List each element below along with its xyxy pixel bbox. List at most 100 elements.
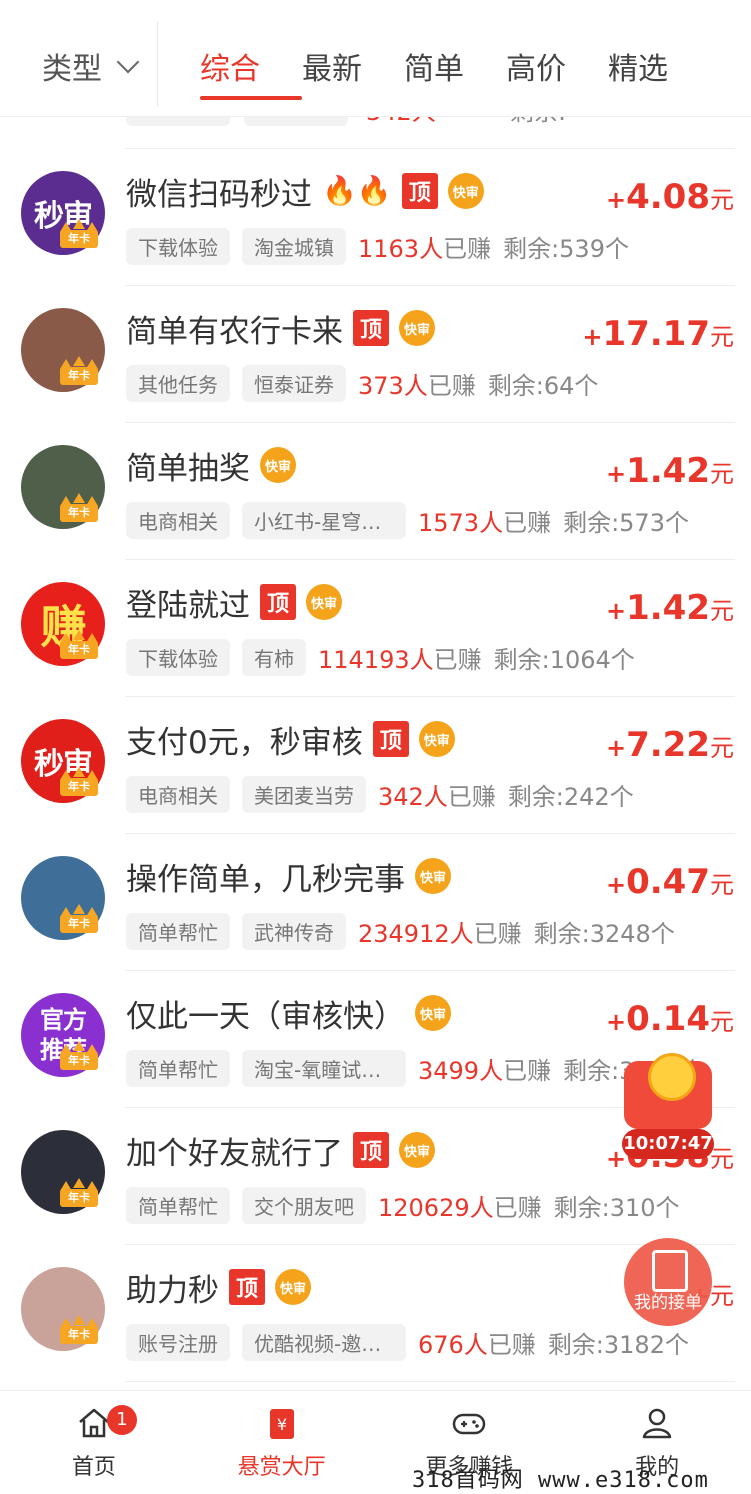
pinned-badge: 顶 [229, 1269, 265, 1305]
task-meta: 电商相关 小红书-星穹铁... 1573人已赚 剩余:573个 [126, 501, 689, 539]
coin-icon [648, 1053, 696, 1101]
fast-review-badge: 快审 [399, 1132, 435, 1168]
crown-label: 年卡 [60, 778, 98, 796]
task-tag: 交个朋友吧 [242, 1186, 366, 1224]
divider [125, 1381, 735, 1382]
tab-comprehensive[interactable]: 综合 [200, 44, 302, 100]
crown-label: 年卡 [60, 641, 98, 659]
task-title: 简单抽奖 [126, 450, 250, 487]
earned-count: 676人已赚 [418, 1325, 536, 1360]
earned-number: 373人 [358, 371, 428, 400]
task-reward: +0.47元 [606, 862, 734, 902]
nav-reward-hall[interactable]: ¥ 悬赏大厅 [188, 1391, 376, 1492]
crown-label: 年卡 [60, 230, 98, 248]
reward-sign: + [606, 186, 627, 214]
task-title: 仅此一天（审核快） [126, 998, 405, 1035]
reward-unit: 元 [710, 186, 734, 214]
countdown-timer: 10:07:47 [622, 1129, 714, 1159]
remaining-count: 剩余:1064个 [493, 645, 635, 674]
nav-home[interactable]: 1 首页 [0, 1391, 188, 1492]
tab-simple[interactable]: 简单 [404, 44, 506, 88]
task-title: 支付0元，秒审核 [126, 724, 363, 761]
tab-featured[interactable]: 精选 [608, 44, 710, 88]
gamepad-icon [453, 1413, 486, 1435]
earned-suffix: 已赚 [443, 234, 492, 263]
top-filter-bar: 类型 综合 最新 简单 高价 精选 [0, 0, 751, 117]
task-meta: 简单帮忙 武神传奇 234912人已赚 剩余:3248个 [126, 912, 675, 950]
title-line: 微信扫码秒过 🔥🔥 顶快审 [126, 171, 484, 213]
tab-newest[interactable]: 最新 [302, 44, 404, 88]
notification-badge: 1 [107, 1405, 137, 1435]
task-tag: 美团麦当劳 [242, 775, 366, 813]
task-tag: 小红书-星穹铁... [242, 501, 406, 539]
reward-unit: 元 [710, 734, 734, 762]
reward-sign: + [606, 1008, 627, 1036]
reward-amount: 1.42 [626, 588, 710, 628]
task-meta: 简单帮忙 交个朋友吧 120629人已赚 剩余:310个 [126, 1186, 680, 1224]
task-item[interactable]: 赚年卡 登陆就过顶快审 +1.42元 下载体验 有柿 114193人已赚 剩余:1064个 [0, 560, 751, 697]
tab-label: 综合 [200, 52, 260, 87]
title-line: 登陆就过顶快审 [126, 582, 342, 624]
title-line: 助力秒顶快审 [126, 1267, 311, 1309]
earned-number: 1163人 [358, 234, 444, 263]
crown-label: 年卡 [60, 1052, 98, 1070]
task-item[interactable]: 秒审 年卡 支付0元，秒审核顶快审 +7.22元 电商相关 美团麦当劳 342人已赚 剩余:2… [0, 697, 751, 834]
annual-card-crown-icon: 年卡 [58, 1315, 102, 1346]
remaining-count: 剩余:3248个 [533, 919, 675, 948]
remaining-count: 剩余:64个 [487, 371, 599, 400]
fast-review-badge: 快审 [275, 1269, 311, 1305]
nav-label: 悬赏大厅 [237, 1455, 326, 1480]
fast-review-badge: 快审 [260, 447, 296, 483]
annual-card-crown-icon: 年卡 [58, 1041, 102, 1072]
type-filter-label: 类型 [42, 52, 102, 87]
fast-review-badge: 快审 [447, 173, 484, 209]
reward-sign: + [606, 734, 627, 762]
task-meta: 下载体验 有柿 114193人已赚 剩余:1064个 [126, 638, 635, 676]
earned-number: 1573人 [418, 508, 504, 537]
task-title: 微信扫码秒过 [126, 176, 312, 213]
reward-unit: 元 [710, 323, 734, 351]
earned-number: 120629人 [378, 1193, 494, 1222]
type-filter-button[interactable]: 类型 [42, 44, 140, 88]
earned-suffix: 已赚 [427, 371, 476, 400]
tab-label: 精选 [608, 52, 668, 87]
red-packet-float[interactable]: 10:07:47 [618, 1053, 718, 1161]
crown-label: 年卡 [60, 504, 98, 522]
task-item[interactable]: 年卡 操作简单，几秒完事 快审 +0.47元简单帮忙 武神传奇 234912人已赚 剩余:3… [0, 834, 751, 971]
task-tag: 下载体验 [126, 638, 230, 676]
sort-tabs: 综合 最新 简单 高价 精选 [200, 44, 710, 100]
annual-card-crown-icon: 年卡 [58, 767, 102, 798]
task-tag: 电商相关 [126, 501, 230, 539]
reward-amount: 17.17 [602, 314, 710, 354]
task-title: 操作简单，几秒完事 [126, 861, 405, 898]
chevron-down-icon [116, 50, 140, 74]
reward-sign: + [606, 597, 627, 625]
task-item[interactable]: 年卡 简单有农行卡来顶快审 +17.17元 其他任务 恒泰证券 373人已赚 剩余:64个 [0, 286, 751, 423]
task-reward: +1.42元 [606, 588, 734, 628]
my-tasks-float-button[interactable]: 我的接单 [624, 1238, 712, 1326]
reward-amount: 0.47 [626, 862, 710, 902]
task-tag: 淘金城镇 [242, 227, 346, 265]
annual-card-crown-icon: 年卡 [58, 356, 102, 387]
task-tag: 简单帮忙 [126, 1186, 230, 1224]
task-item[interactable]: 年卡 简单抽奖 快审 +1.42元 电商相关 小红书-星穹铁... 1573人已赚 剩余:57… [0, 423, 751, 560]
remaining-count: 剩余:573个 [563, 508, 689, 537]
task-tag: 优酷视频-邀好... [242, 1323, 406, 1361]
annual-card-crown-icon: 年卡 [58, 904, 102, 935]
task-title: 登陆就过 [126, 587, 250, 624]
title-line: 操作简单，几秒完事 快审 [126, 856, 451, 898]
reward-sign: + [606, 871, 627, 899]
tab-high-price[interactable]: 高价 [506, 44, 608, 88]
annual-card-crown-icon: 年卡 [58, 1178, 102, 1209]
reward-amount: 0.14 [626, 999, 710, 1039]
task-item[interactable]: 秒审 年卡 微信扫码秒过 🔥🔥 顶快审 +4.08元 下载体验 淘金城镇 1163人已赚 剩余:5… [0, 149, 751, 286]
remaining-count: 剩余:539个 [503, 234, 629, 263]
active-tab-underline [200, 96, 302, 100]
fast-review-badge: 快审 [415, 995, 451, 1031]
crown-label: 年卡 [60, 1189, 98, 1207]
user-icon [642, 1408, 672, 1439]
title-line: 简单有农行卡来顶快审 [126, 308, 435, 350]
nav-label: 首页 [71, 1455, 116, 1480]
task-reward: +0.14元 [606, 999, 734, 1039]
earned-number: 234912人 [358, 919, 474, 948]
